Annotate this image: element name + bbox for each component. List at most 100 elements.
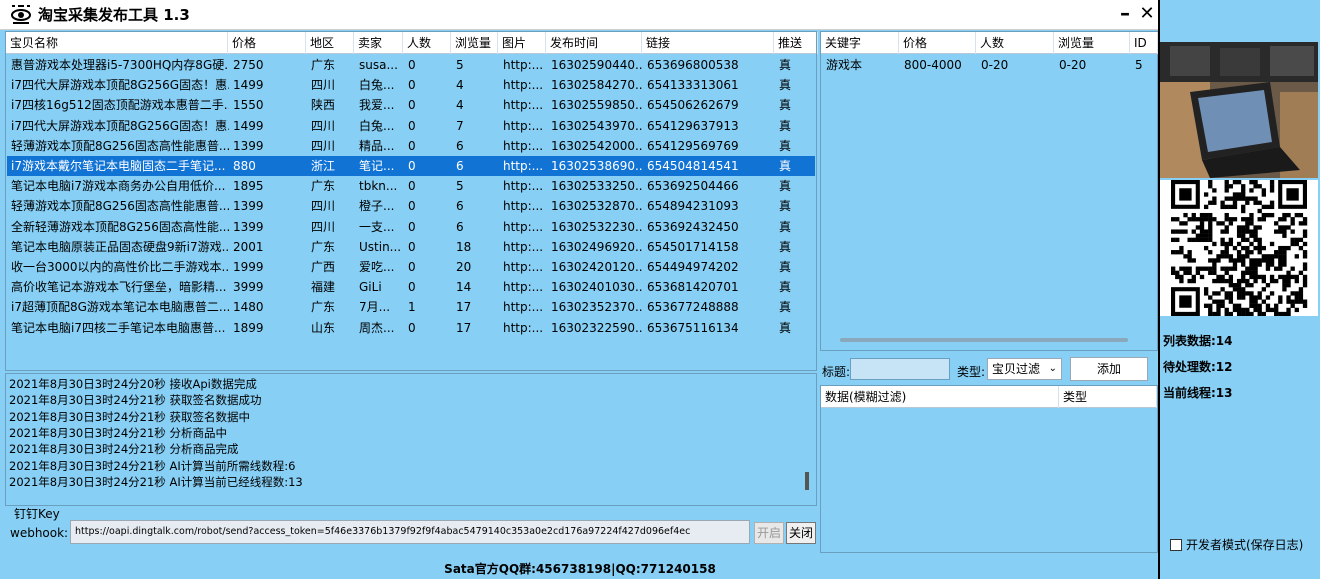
filter-table[interactable]: 数据(模糊过滤) 类型 <box>820 385 1158 553</box>
table-cell: 笔记本电脑原装正品固态硬盘9新i7游戏... <box>11 239 229 254</box>
table-cell: 653675116134 <box>647 320 739 335</box>
table-row[interactable]: 高价收笔记本游戏本飞行堡垒，暗影精... 3999 福建 GiLi 0 14 http:..… <box>7 277 815 297</box>
keyword-table[interactable]: 关键字 价格 人数 浏览量 ID 游戏本 800-4000 0-20 0-20 5 <box>820 31 1158 351</box>
table-cell: 16302543970... <box>551 118 643 133</box>
table-cell: 0-20 <box>981 58 1009 72</box>
table-cell: 0-20 <box>1059 58 1087 72</box>
column-header[interactable]: 浏览量 <box>1054 32 1130 54</box>
column-header[interactable]: 宝贝名称 <box>6 32 228 54</box>
table-cell: 17 <box>456 320 472 335</box>
column-header[interactable]: 发布时间 <box>546 32 642 54</box>
filter-table-header: 数据(模糊过滤) 类型 <box>821 386 1157 408</box>
column-header[interactable]: 链接 <box>642 32 774 54</box>
table-cell: 全新轻薄游戏本顶配8G256固态高性能... <box>11 219 229 234</box>
column-header[interactable]: 关键字 <box>821 32 899 54</box>
table-cell: i7四代大屏游戏本顶配8G256G固态！惠... <box>11 118 229 133</box>
footer-contact: Sata官方QQ群:456738198|QQ:771240158 <box>444 562 716 576</box>
column-header[interactable]: 人数 <box>403 32 451 54</box>
checkbox-icon[interactable] <box>1170 538 1182 551</box>
table-cell: 真 <box>779 98 792 113</box>
minimize-icon[interactable]: – <box>1116 2 1134 26</box>
column-header[interactable]: 类型 <box>1059 386 1157 408</box>
table-row[interactable]: 笔记本电脑i7四核二手笔记本电脑惠普... 1899 山东 周杰... 0 17 http:… <box>7 318 815 338</box>
close-button[interactable]: 关闭 <box>786 522 816 544</box>
table-row[interactable]: 轻薄游戏本顶配8G256固态高性能惠普... 1399 四川 橙子... 0 6 http:… <box>7 196 815 216</box>
table-cell: 654494974202 <box>647 260 739 274</box>
table-cell: 0 <box>408 118 416 133</box>
log-panel[interactable]: 2021年8月30日3时24分20秒 接收Api数据完成 2021年8月30日3时… <box>5 373 817 506</box>
type-select[interactable]: 宝贝过滤 ⌄ <box>987 358 1062 380</box>
table-cell: 0 <box>408 280 416 295</box>
chevron-down-icon: ⌄ <box>1048 363 1057 374</box>
table-cell: 16302590440... <box>551 58 643 72</box>
table-row[interactable]: 全新轻薄游戏本顶配8G256固态高性能... 1399 四川 一支... 0 6 http:… <box>7 217 815 237</box>
table-row[interactable]: 游戏本 800-4000 0-20 0-20 5 <box>822 55 1156 75</box>
table-cell: 653696800538 <box>647 58 739 72</box>
column-header[interactable]: 价格 <box>899 32 976 54</box>
table-row[interactable]: i7游戏本戴尔笔记本电脑固态二手笔记... 880 浙江 笔记... 0 6 http:..… <box>7 156 815 176</box>
qr-code-image <box>1160 180 1318 316</box>
table-row[interactable]: i7四代大屏游戏本顶配8G256G固态！惠... 1499 四川 白兔... 0 4 htt… <box>7 75 815 95</box>
log-entry: 2021年8月30日3时24分20秒 接收Api数据完成 <box>9 377 257 391</box>
log-entry: 2021年8月30日3时24分21秒 AI计算当前已经线程数:13 <box>9 474 303 489</box>
table-cell: 7 <box>456 118 464 133</box>
keyword-table-scrollbar[interactable] <box>840 338 1128 342</box>
column-header[interactable]: 推送 <box>774 32 818 54</box>
column-header[interactable]: 图片 <box>498 32 546 54</box>
table-cell: 2750 <box>233 58 264 72</box>
column-header[interactable]: ID <box>1130 32 1158 54</box>
table-row[interactable]: 收一台3000以内的高性价比二手游戏本... 1999 广西 爱吃... 0 20 http… <box>7 257 815 277</box>
table-cell: 广东 <box>311 300 336 315</box>
table-cell: 4 <box>456 78 464 93</box>
column-header[interactable]: 浏览量 <box>451 32 498 54</box>
table-cell: 真 <box>779 320 792 335</box>
table-row[interactable]: i7超薄顶配8G游戏本笔记本电脑惠普二... 1480 广东 7月... 1 17 http… <box>7 297 815 317</box>
title-bar: 淘宝采集发布工具 1.3 – ✕ <box>0 0 1160 30</box>
table-cell: 0 <box>408 98 416 113</box>
table-cell: 653692504466 <box>647 179 739 194</box>
table-cell: http:... <box>503 58 544 72</box>
table-cell: 真 <box>779 219 792 234</box>
table-cell: 16302542000... <box>551 138 643 153</box>
column-header[interactable]: 价格 <box>228 32 306 54</box>
table-cell: 1550 <box>233 98 264 113</box>
table-cell: 四川 <box>311 199 336 214</box>
dev-mode-checkbox[interactable]: 开发者模式(保存日志) <box>1170 536 1303 553</box>
table-cell: 6 <box>456 138 464 153</box>
type-select-value: 宝贝过滤 <box>992 362 1041 376</box>
table-cell: http:... <box>503 219 544 234</box>
type-label: 类型: <box>957 365 986 379</box>
table-cell: 7月... <box>359 300 391 315</box>
table-cell: i7四代大屏游戏本顶配8G256G固态！惠... <box>11 78 229 93</box>
window-title: 淘宝采集发布工具 1.3 <box>38 6 190 24</box>
table-cell: 5 <box>456 58 464 72</box>
webhook-input[interactable]: https://oapi.dingtalk.com/robot/send?acc… <box>70 520 750 544</box>
table-cell: 广西 <box>311 260 336 274</box>
column-header[interactable]: 数据(模糊过滤) <box>821 386 1059 408</box>
table-row[interactable]: 轻薄游戏本顶配8G256固态高性能惠普... 1399 四川 精品... 0 6 http:… <box>7 136 815 156</box>
table-row[interactable]: 惠普游戏本处理器i5-7300HQ内存8G硬... 2750 广东 susa... 0 5… <box>7 55 815 75</box>
column-header[interactable]: 地区 <box>306 32 354 54</box>
table-cell: http:... <box>503 78 544 93</box>
table-row[interactable]: i7四核16g512固态顶配游戏本惠普二手... 1550 陕西 我爱... 0 4 htt… <box>7 95 815 115</box>
table-cell: 5 <box>456 179 464 194</box>
column-header[interactable]: 卖家 <box>354 32 403 54</box>
close-icon[interactable]: ✕ <box>1138 2 1156 26</box>
title-filter-input[interactable] <box>850 358 950 380</box>
table-cell: 一支... <box>359 219 395 234</box>
table-cell: 1899 <box>233 320 264 335</box>
table-row[interactable]: 笔记本电脑原装正品固态硬盘9新i7游戏... 2001 广东 Ustin... 0 18 h… <box>7 237 815 257</box>
add-button[interactable]: 添加 <box>1070 357 1148 381</box>
column-header[interactable]: 人数 <box>976 32 1054 54</box>
table-cell: 18 <box>456 239 472 254</box>
log-scrollbar[interactable] <box>805 472 809 490</box>
table-cell: 真 <box>779 138 792 153</box>
product-table[interactable]: 宝贝名称 价格 地区 卖家 人数 浏览量 图片 发布时间 链接 推送 惠普游戏本处理器i5-730… <box>5 31 818 371</box>
table-row[interactable]: 笔记本电脑i7游戏本商务办公自用低价... 1895 广东 tbkn... 0 5 http… <box>7 176 815 196</box>
table-cell: 1999 <box>233 260 264 274</box>
table-row[interactable]: i7四代大屏游戏本顶配8G256G固态！惠... 1499 四川 白兔... 0 7 htt… <box>7 116 815 136</box>
table-cell: http:... <box>503 98 544 113</box>
open-button[interactable]: 开启 <box>754 522 784 544</box>
table-cell: Ustin... <box>359 239 402 254</box>
table-cell: 16302538690... <box>551 159 643 173</box>
